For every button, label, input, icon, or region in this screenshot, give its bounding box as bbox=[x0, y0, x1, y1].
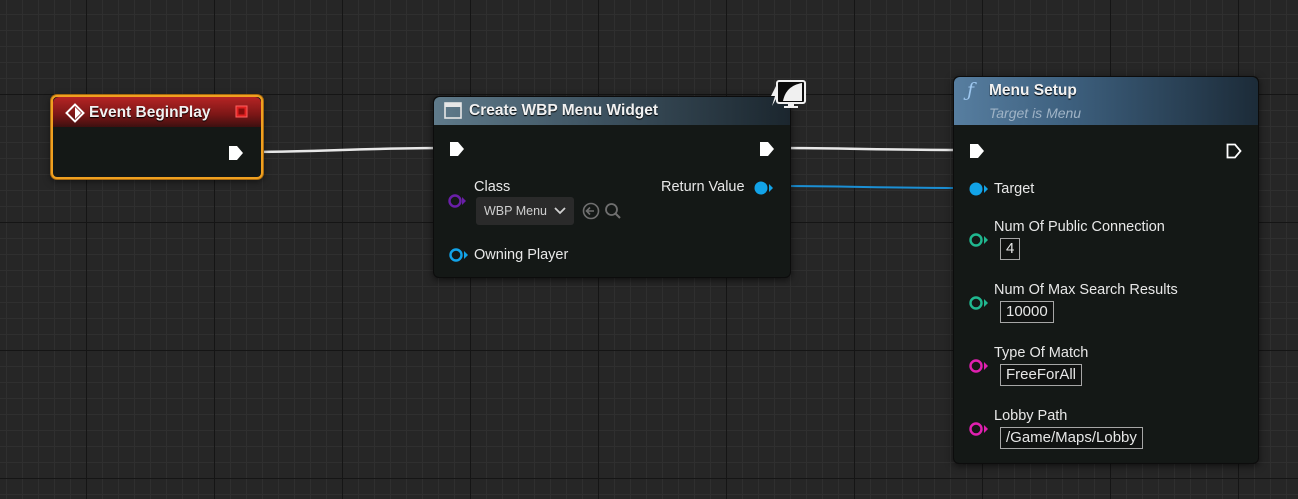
event-diamond-icon bbox=[65, 103, 85, 123]
exec-out-pin[interactable] bbox=[227, 144, 245, 162]
lobby-path-input[interactable]: /Game/Maps/Lobby bbox=[1000, 427, 1143, 449]
function-icon: ƒ bbox=[967, 79, 975, 101]
target-label: Target bbox=[994, 181, 1035, 197]
num-public-connection-input[interactable]: 4 bbox=[1000, 238, 1021, 260]
use-selected-asset-icon[interactable] bbox=[582, 202, 600, 220]
create-node-title: Create WBP Menu Widget bbox=[469, 102, 659, 119]
return-value-label: Return Value bbox=[661, 179, 745, 195]
exec-wire-begin-to-create bbox=[243, 146, 449, 154]
type-of-match-label: Type Of Match bbox=[994, 345, 1089, 361]
exec-wire-create-to-setup bbox=[774, 146, 969, 152]
class-label: Class bbox=[474, 179, 511, 195]
lobby-path-label: Lobby Path bbox=[994, 408, 1068, 424]
exec-out-pin[interactable] bbox=[758, 140, 776, 158]
num-public-connection-label: Num Of Public Connection bbox=[994, 219, 1165, 235]
num-max-search-results-input[interactable]: 10000 bbox=[1000, 301, 1054, 323]
exec-in-pin[interactable] bbox=[968, 142, 986, 160]
class-pin[interactable] bbox=[448, 194, 468, 208]
monitor-icon bbox=[776, 80, 806, 108]
owning-player-pin[interactable] bbox=[448, 247, 470, 263]
target-pin[interactable] bbox=[968, 181, 990, 197]
menu-setup-node[interactable]: ƒ Menu Setup Target is Menu Target Num O… bbox=[953, 76, 1259, 464]
create-widget-node[interactable]: Create WBP Menu Widget Class Return Valu… bbox=[433, 96, 791, 278]
object-wire-return-to-target bbox=[771, 185, 969, 189]
event-node-title: Event BeginPlay bbox=[89, 104, 211, 121]
num-public-connection-pin[interactable] bbox=[968, 232, 990, 248]
num-max-search-results-pin[interactable] bbox=[968, 295, 990, 311]
type-of-match-input[interactable]: FreeForAll bbox=[1000, 364, 1083, 386]
exec-in-pin[interactable] bbox=[448, 140, 466, 158]
class-dropdown-value: WBP Menu bbox=[484, 204, 547, 218]
menu-node-title: Menu Setup bbox=[989, 82, 1077, 99]
browse-search-icon[interactable] bbox=[604, 202, 622, 220]
owning-player-label: Owning Player bbox=[474, 247, 569, 263]
delegate-pin-icon[interactable] bbox=[235, 105, 248, 118]
return-value-pin[interactable] bbox=[753, 180, 775, 196]
chevron-down-icon bbox=[554, 207, 566, 215]
lobby-path-pin[interactable] bbox=[968, 421, 990, 437]
exec-out-pin[interactable] bbox=[1225, 142, 1243, 160]
type-of-match-pin[interactable] bbox=[968, 358, 990, 374]
num-max-search-results-label: Num Of Max Search Results bbox=[994, 282, 1178, 298]
widget-icon bbox=[444, 102, 462, 119]
event-beginplay-node[interactable]: Event BeginPlay bbox=[51, 95, 263, 179]
menu-node-subtitle: Target is Menu bbox=[989, 105, 1082, 121]
class-dropdown[interactable]: WBP Menu bbox=[476, 197, 574, 225]
